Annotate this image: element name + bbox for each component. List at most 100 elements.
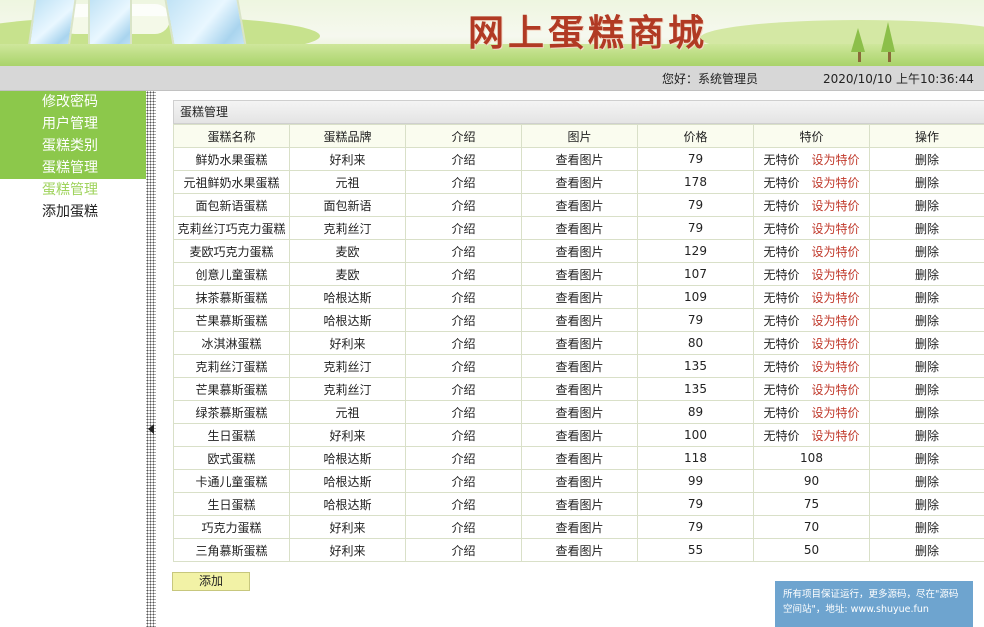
set-special-link[interactable]: 设为特价 bbox=[812, 429, 860, 443]
set-special-link[interactable]: 设为特价 bbox=[812, 291, 860, 305]
watermark-line-2: 空间站"，地址: www.shuyue.fun bbox=[783, 604, 929, 615]
view-image-link[interactable]: 查看图片 bbox=[555, 383, 603, 397]
user-greeting: 您好：系统管理员 bbox=[662, 72, 759, 86]
sidebar-item-change-password[interactable]: 修改密码 bbox=[0, 91, 146, 113]
intro-link[interactable]: 介绍 bbox=[451, 291, 475, 305]
no-special-label: 无特价 bbox=[763, 405, 800, 420]
delete-link[interactable]: 删除 bbox=[915, 199, 939, 213]
set-special-link[interactable]: 设为特价 bbox=[812, 314, 860, 328]
set-special-link[interactable]: 设为特价 bbox=[812, 176, 860, 190]
cake-price-cell: 107 bbox=[684, 267, 707, 281]
set-special-link[interactable]: 设为特价 bbox=[812, 360, 860, 374]
view-image-link[interactable]: 查看图片 bbox=[555, 521, 603, 535]
delete-link[interactable]: 删除 bbox=[915, 360, 939, 374]
view-image-link[interactable]: 查看图片 bbox=[555, 199, 603, 213]
set-special-link[interactable]: 设为特价 bbox=[812, 222, 860, 236]
site-title: 网上蛋糕商城 bbox=[468, 12, 709, 54]
collapse-sidebar-arrow-icon[interactable] bbox=[148, 424, 154, 434]
view-image-link[interactable]: 查看图片 bbox=[555, 498, 603, 512]
view-image-link[interactable]: 查看图片 bbox=[555, 360, 603, 374]
delete-link[interactable]: 删除 bbox=[915, 544, 939, 558]
sidebar-item-cake-management[interactable]: 蛋糕管理 bbox=[0, 157, 146, 179]
delete-link[interactable]: 删除 bbox=[915, 314, 939, 328]
delete-link[interactable]: 删除 bbox=[915, 452, 939, 466]
intro-link[interactable]: 介绍 bbox=[451, 337, 475, 351]
table-row: 巧克力蛋糕 好利来 介绍 查看图片 79 70 删除 bbox=[173, 515, 984, 539]
delete-link[interactable]: 删除 bbox=[915, 383, 939, 397]
intro-link[interactable]: 介绍 bbox=[451, 153, 475, 167]
sidebar: 修改密码 用户管理 蛋糕类别 蛋糕管理 蛋糕管理 添加蛋糕 bbox=[0, 91, 146, 627]
delete-link[interactable]: 删除 bbox=[915, 222, 939, 236]
view-image-link[interactable]: 查看图片 bbox=[555, 337, 603, 351]
delete-link[interactable]: 删除 bbox=[915, 429, 939, 443]
cake-brand-cell: 好利来 bbox=[329, 428, 366, 443]
sidebar-subitem-add-cake[interactable]: 添加蛋糕 bbox=[0, 201, 146, 223]
cake-name-cell: 克莉丝汀巧克力蛋糕 bbox=[177, 221, 286, 236]
set-special-link[interactable]: 设为特价 bbox=[812, 383, 860, 397]
no-special-label: 无特价 bbox=[763, 359, 800, 374]
cake-price-cell: 79 bbox=[687, 313, 704, 327]
intro-link[interactable]: 介绍 bbox=[451, 475, 475, 489]
intro-link[interactable]: 介绍 bbox=[451, 360, 475, 374]
table-row: 芒果慕斯蛋糕 克莉丝汀 介绍 查看图片 135 无特价 设为特价 删除 bbox=[173, 377, 984, 401]
delete-link[interactable]: 删除 bbox=[915, 176, 939, 190]
intro-link[interactable]: 介绍 bbox=[451, 544, 475, 558]
intro-link[interactable]: 介绍 bbox=[451, 222, 475, 236]
view-image-link[interactable]: 查看图片 bbox=[555, 153, 603, 167]
view-image-link[interactable]: 查看图片 bbox=[555, 222, 603, 236]
set-special-link[interactable]: 设为特价 bbox=[812, 199, 860, 213]
sidebar-subitem-cake-management[interactable]: 蛋糕管理 bbox=[0, 179, 146, 201]
set-special-link[interactable]: 设为特价 bbox=[812, 153, 860, 167]
view-image-link[interactable]: 查看图片 bbox=[555, 452, 603, 466]
set-special-link[interactable]: 设为特价 bbox=[812, 268, 860, 282]
delete-link[interactable]: 删除 bbox=[915, 153, 939, 167]
table-row: 卡通儿童蛋糕 哈根达斯 介绍 查看图片 99 90 删除 bbox=[173, 469, 984, 493]
delete-link[interactable]: 删除 bbox=[915, 337, 939, 351]
no-special-label: 无特价 bbox=[763, 198, 800, 213]
view-image-link[interactable]: 查看图片 bbox=[555, 314, 603, 328]
intro-link[interactable]: 介绍 bbox=[451, 429, 475, 443]
view-image-link[interactable]: 查看图片 bbox=[555, 406, 603, 420]
user-bar: 您好：系统管理员 2020/10/10 上午10:36:44 bbox=[0, 66, 984, 91]
intro-link[interactable]: 介绍 bbox=[451, 268, 475, 282]
no-special-label: 无特价 bbox=[763, 428, 800, 443]
no-special-label: 无特价 bbox=[763, 244, 800, 259]
set-special-link[interactable]: 设为特价 bbox=[812, 406, 860, 420]
delete-link[interactable]: 删除 bbox=[915, 475, 939, 489]
intro-link[interactable]: 介绍 bbox=[451, 452, 475, 466]
set-special-link[interactable]: 设为特价 bbox=[812, 245, 860, 259]
cake-name-cell: 巧克力蛋糕 bbox=[201, 520, 262, 535]
cake-brand-cell: 麦欧 bbox=[335, 267, 360, 282]
add-cake-button[interactable]: 添加 bbox=[172, 572, 250, 591]
table-row: 抹茶慕斯蛋糕 哈根达斯 介绍 查看图片 109 无特价 设为特价 删除 bbox=[173, 285, 984, 309]
delete-link[interactable]: 删除 bbox=[915, 268, 939, 282]
view-image-link[interactable]: 查看图片 bbox=[555, 429, 603, 443]
cake-name-cell: 三角慕斯蛋糕 bbox=[195, 543, 268, 558]
intro-link[interactable]: 介绍 bbox=[451, 199, 475, 213]
delete-link[interactable]: 删除 bbox=[915, 498, 939, 512]
intro-link[interactable]: 介绍 bbox=[451, 383, 475, 397]
delete-link[interactable]: 删除 bbox=[915, 406, 939, 420]
view-image-link[interactable]: 查看图片 bbox=[555, 245, 603, 259]
view-image-link[interactable]: 查看图片 bbox=[555, 291, 603, 305]
view-image-link[interactable]: 查看图片 bbox=[555, 176, 603, 190]
intro-link[interactable]: 介绍 bbox=[451, 498, 475, 512]
cake-brand-cell: 好利来 bbox=[329, 543, 366, 558]
cake-brand-cell: 克莉丝汀 bbox=[323, 359, 372, 374]
cake-price-cell: 99 bbox=[687, 474, 704, 488]
delete-link[interactable]: 删除 bbox=[915, 521, 939, 535]
intro-link[interactable]: 介绍 bbox=[451, 406, 475, 420]
delete-link[interactable]: 删除 bbox=[915, 291, 939, 305]
intro-link[interactable]: 介绍 bbox=[451, 521, 475, 535]
view-image-link[interactable]: 查看图片 bbox=[555, 268, 603, 282]
set-special-link[interactable]: 设为特价 bbox=[812, 337, 860, 351]
delete-link[interactable]: 删除 bbox=[915, 245, 939, 259]
intro-link[interactable]: 介绍 bbox=[451, 245, 475, 259]
intro-link[interactable]: 介绍 bbox=[451, 314, 475, 328]
sidebar-item-cake-categories[interactable]: 蛋糕类别 bbox=[0, 135, 146, 157]
sidebar-item-user-management[interactable]: 用户管理 bbox=[0, 113, 146, 135]
view-image-link[interactable]: 查看图片 bbox=[555, 475, 603, 489]
intro-link[interactable]: 介绍 bbox=[451, 176, 475, 190]
view-image-link[interactable]: 查看图片 bbox=[555, 544, 603, 558]
no-special-label: 无特价 bbox=[763, 336, 800, 351]
